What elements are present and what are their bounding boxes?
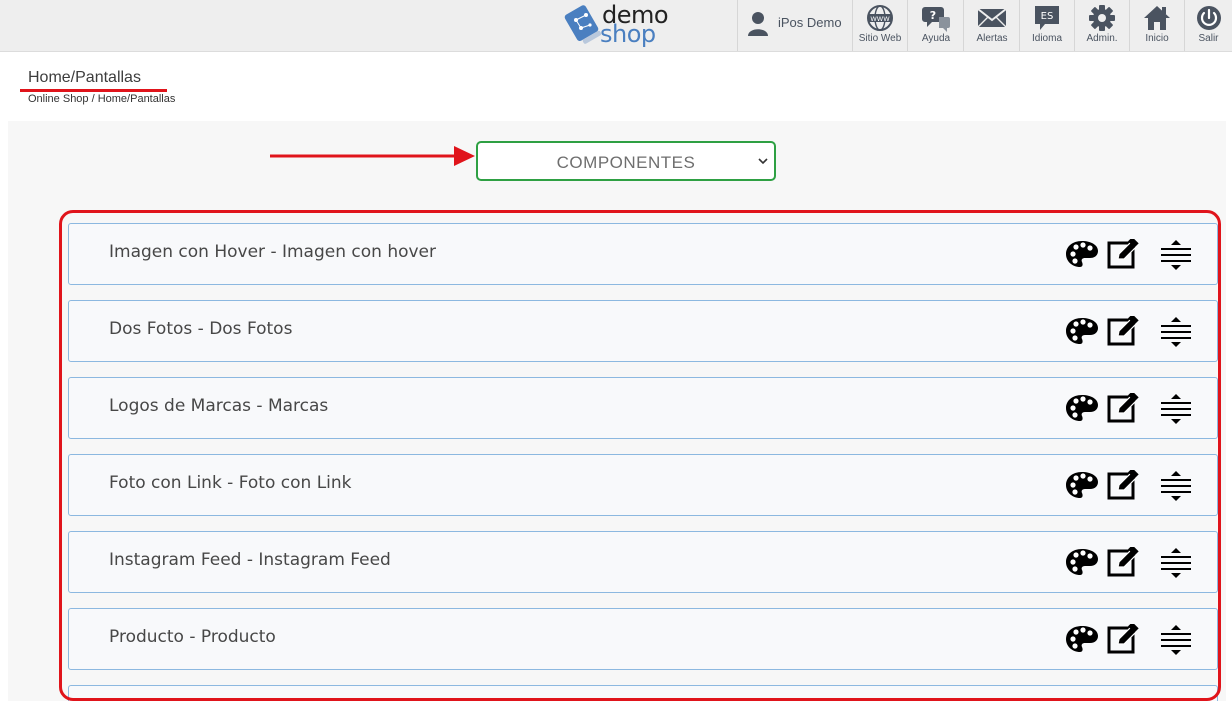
component-row[interactable]: Logos de Marcas - Marcas bbox=[68, 377, 1218, 439]
edit-icon[interactable] bbox=[1107, 468, 1139, 504]
nav-alertas[interactable]: Alertas bbox=[965, 0, 1020, 51]
chevron-down-icon bbox=[758, 158, 768, 165]
palette-icon[interactable] bbox=[1065, 239, 1099, 273]
page-title: Home/Pantallas bbox=[28, 69, 141, 86]
nav-salir-label: Salir bbox=[1198, 33, 1219, 44]
nav-idioma[interactable]: ES Idioma bbox=[1020, 0, 1075, 51]
svg-text:WWW: WWW bbox=[870, 15, 890, 23]
component-row-label: Logos de Marcas - Marcas bbox=[109, 396, 329, 416]
edit-icon[interactable] bbox=[1107, 314, 1139, 350]
component-row-partial[interactable] bbox=[68, 685, 1218, 701]
edit-icon[interactable] bbox=[1107, 622, 1139, 658]
demo-shop-logo[interactable]: demo shop bbox=[562, 0, 682, 50]
nav-alertas-label: Alertas bbox=[976, 33, 1008, 44]
user-menu[interactable]: iPos Demo bbox=[737, 0, 853, 51]
language-badge: ES bbox=[1041, 11, 1054, 22]
nav-ayuda[interactable]: ? Ayuda bbox=[909, 0, 964, 51]
nav-admin[interactable]: Admin. bbox=[1075, 0, 1130, 51]
breadcrumb[interactable]: Online Shop / Home/Pantallas bbox=[28, 93, 175, 105]
nav-sitio-web[interactable]: WWW Sitio Web bbox=[853, 0, 908, 51]
component-row[interactable]: Instagram Feed - Instagram Feed bbox=[68, 531, 1218, 593]
globe-www-icon: WWW bbox=[867, 5, 893, 31]
gear-icon bbox=[1089, 5, 1115, 31]
nav-inicio-label: Inicio bbox=[1145, 33, 1169, 44]
envelope-icon bbox=[977, 8, 1007, 28]
nav-admin-label: Admin. bbox=[1086, 33, 1118, 44]
palette-icon[interactable] bbox=[1065, 470, 1099, 504]
component-row[interactable]: Imagen con Hover - Imagen con hover bbox=[68, 223, 1218, 285]
edit-icon[interactable] bbox=[1107, 237, 1139, 273]
svg-text:?: ? bbox=[930, 9, 936, 22]
reorder-icon[interactable] bbox=[1159, 470, 1193, 506]
user-name: iPos Demo bbox=[778, 15, 842, 30]
palette-icon[interactable] bbox=[1065, 547, 1099, 581]
power-icon bbox=[1196, 6, 1221, 30]
palette-icon[interactable] bbox=[1065, 393, 1099, 427]
component-row-label: Instagram Feed - Instagram Feed bbox=[109, 550, 391, 570]
reorder-icon[interactable] bbox=[1159, 316, 1193, 352]
language-bubble-icon: ES bbox=[1035, 6, 1059, 30]
page-header: Home/Pantallas Online Shop / Home/Pantal… bbox=[8, 63, 1226, 110]
reorder-icon[interactable] bbox=[1159, 239, 1193, 275]
component-row[interactable]: Dos Fotos - Dos Fotos bbox=[68, 300, 1218, 362]
home-icon bbox=[1144, 6, 1170, 30]
nav-ayuda-label: Ayuda bbox=[921, 33, 951, 44]
reorder-icon[interactable] bbox=[1159, 624, 1193, 660]
reorder-icon[interactable] bbox=[1159, 547, 1193, 583]
nav-inicio[interactable]: Inicio bbox=[1130, 0, 1185, 51]
component-row-label: Foto con Link - Foto con Link bbox=[109, 473, 352, 493]
reorder-icon[interactable] bbox=[1159, 393, 1193, 429]
annotation-arrow-icon bbox=[270, 146, 475, 166]
screen-type-select[interactable]: COMPONENTES bbox=[476, 141, 776, 181]
nav-sitio-web-label: Sitio Web bbox=[858, 33, 902, 44]
help-chat-icon: ? bbox=[922, 7, 950, 32]
title-annotation-underline bbox=[20, 89, 167, 92]
user-icon bbox=[748, 12, 768, 36]
logo-text-shop: shop bbox=[600, 20, 656, 48]
component-row-label: Dos Fotos - Dos Fotos bbox=[109, 319, 293, 339]
component-row-label: Producto - Producto bbox=[109, 627, 276, 647]
top-bar: demo shop iPos Demo WWW Sitio Web ? Ayud… bbox=[0, 0, 1232, 52]
logo-diamond-icon bbox=[564, 5, 602, 44]
component-row[interactable]: Producto - Producto bbox=[68, 608, 1218, 670]
screen-type-select-value: COMPONENTES bbox=[556, 153, 696, 172]
component-row-label: Imagen con Hover - Imagen con hover bbox=[109, 242, 437, 262]
component-row[interactable]: Foto con Link - Foto con Link bbox=[68, 454, 1218, 516]
edit-icon[interactable] bbox=[1107, 545, 1139, 581]
nav-idioma-label: Idioma bbox=[1031, 33, 1062, 44]
edit-icon[interactable] bbox=[1107, 391, 1139, 427]
palette-icon[interactable] bbox=[1065, 624, 1099, 658]
palette-icon[interactable] bbox=[1065, 316, 1099, 350]
nav-salir[interactable]: Salir bbox=[1185, 0, 1232, 51]
